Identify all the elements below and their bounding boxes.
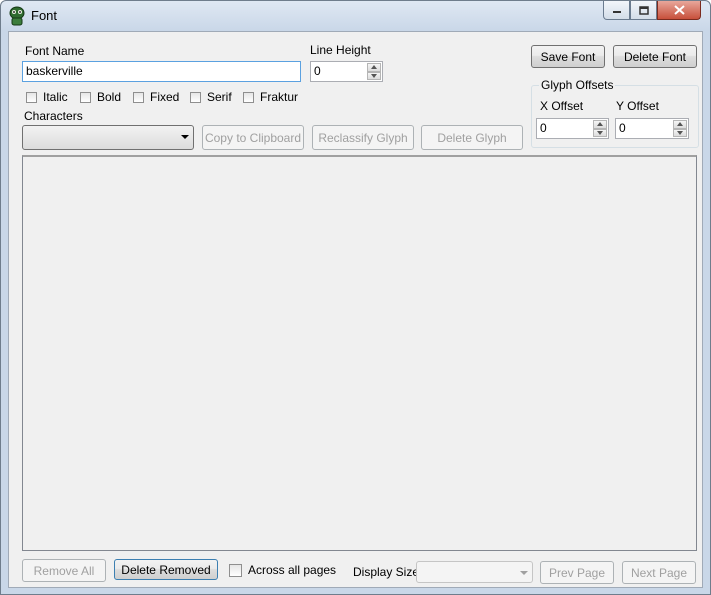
fraktur-checkbox[interactable]: Fraktur [243,90,298,104]
delete-glyph-button[interactable]: Delete Glyph [421,125,523,150]
y-offset-label: Y Offset [616,99,659,113]
x-offset-label: X Offset [540,99,584,113]
serif-checkbox[interactable]: Serif [190,90,232,104]
checkbox-box[interactable] [243,91,254,103]
minimize-icon [612,11,621,13]
window-title: Font [31,8,58,23]
client-area: Font Name baskerville Line Height 0 Save… [8,31,703,588]
glyph-display-panel[interactable] [22,155,697,551]
delete-removed-button[interactable]: Delete Removed [114,559,218,580]
font-name-input[interactable]: baskerville [22,61,301,82]
checkbox-label: Across all pages [248,563,337,577]
reclassify-glyph-button[interactable]: Reclassify Glyph [312,125,414,150]
close-button[interactable] [657,1,701,20]
x-offset-spinner[interactable]: 0 [536,118,609,139]
checkbox-label: Fixed [150,90,180,104]
display-size-dropdown[interactable] [416,561,533,583]
remove-all-button[interactable]: Remove All [22,559,106,582]
font-name-label: Font Name [25,44,85,58]
checkbox-box[interactable] [133,91,144,103]
next-page-button[interactable]: Next Page [622,561,696,584]
bold-checkbox[interactable]: Bold [80,90,121,104]
glyph-offsets-title: Glyph Offsets [539,78,616,92]
characters-dropdown[interactable] [22,125,194,150]
y-offset-spinner[interactable]: 0 [615,118,689,139]
chevron-down-icon [181,135,189,139]
spin-down-icon[interactable] [593,128,607,137]
checkbox-label: Serif [207,90,232,104]
save-font-button[interactable]: Save Font [531,45,605,68]
checkbox-box[interactable] [26,91,37,103]
line-height-value: 0 [314,64,321,78]
checkbox-label: Bold [97,90,122,104]
close-icon [673,5,685,15]
spin-down-icon[interactable] [367,71,381,80]
prev-page-button[interactable]: Prev Page [540,561,614,584]
chevron-down-icon [520,571,528,575]
spin-up-icon[interactable] [367,63,381,72]
line-height-spinner[interactable]: 0 [310,61,383,82]
minimize-button[interactable] [603,1,630,20]
y-offset-value: 0 [619,121,626,135]
italic-checkbox[interactable]: Italic [26,90,68,104]
line-height-label: Line Height [310,43,371,57]
display-size-label: Display Size [353,565,420,579]
spin-up-icon[interactable] [673,120,687,129]
title-bar[interactable]: Font [1,1,710,31]
font-name-value: baskerville [26,64,83,78]
x-offset-value: 0 [540,121,547,135]
spin-up-icon[interactable] [593,120,607,129]
across-all-pages-checkbox[interactable]: Across all pages [229,563,336,577]
characters-label: Characters [24,109,83,123]
spin-down-icon[interactable] [673,128,687,137]
checkbox-box[interactable] [229,563,242,577]
maximize-icon [638,5,649,15]
maximize-button[interactable] [630,1,657,20]
checkbox-box[interactable] [80,91,91,103]
checkbox-box[interactable] [190,91,201,103]
checkbox-label: Fraktur [260,90,299,104]
copy-to-clipboard-button[interactable]: Copy to Clipboard [202,125,304,150]
checkbox-label: Italic [43,90,68,104]
fixed-checkbox[interactable]: Fixed [133,90,179,104]
frog-icon [8,6,26,26]
font-window: Font Font Name baskerville Line Height 0… [0,0,711,595]
delete-font-button[interactable]: Delete Font [613,45,697,68]
